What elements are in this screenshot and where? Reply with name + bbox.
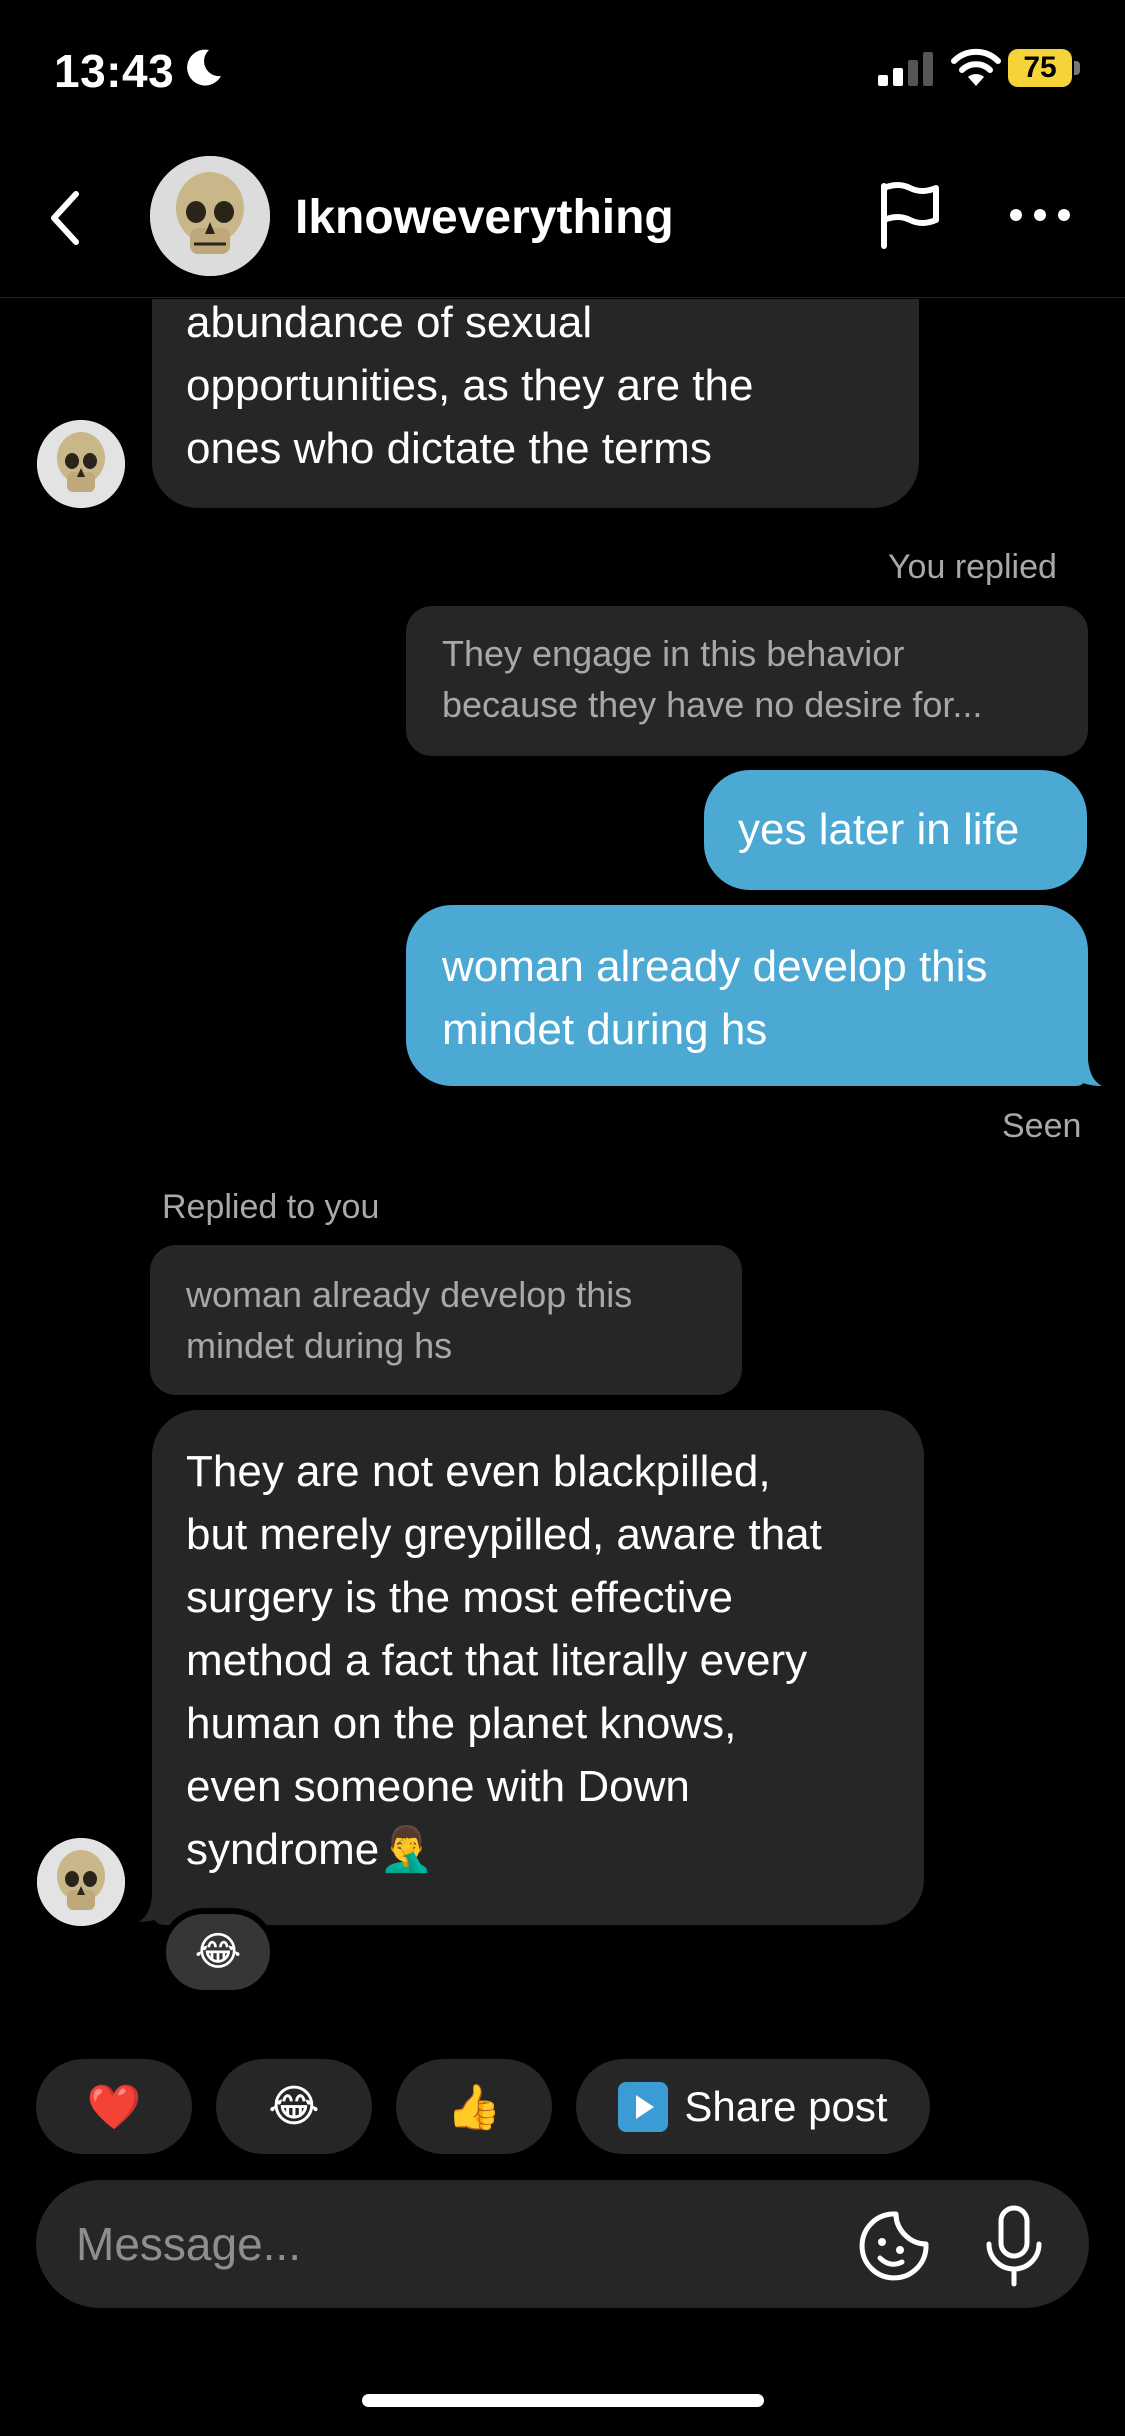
message-line: woman already develop this [442,942,988,991]
bubble-tail [1072,1060,1102,1086]
username[interactable]: Iknoweverything [295,190,674,245]
back-icon[interactable] [44,188,88,248]
message-composer [36,2180,1089,2308]
reply-label: You replied [888,548,1057,586]
quote-line: mindet during hs [186,1325,453,1366]
quoted-message[interactable]: woman already develop this mindet during… [150,1245,742,1395]
outgoing-message[interactable]: yes later in life [704,770,1087,890]
seen-status: Seen [1002,1107,1082,1145]
quick-reaction-laugh[interactable]: 😂 [216,2059,372,2154]
signal-icon [878,52,933,86]
chat-header: Iknoweverything [0,140,1125,298]
message-input[interactable] [76,2204,836,2284]
flag-icon[interactable] [876,180,942,250]
message-line: opportunities, as they are the [186,361,754,410]
moon-icon [187,49,221,86]
avatar[interactable] [37,1838,125,1926]
avatar[interactable] [37,420,125,508]
bubble-tail [138,1896,168,1922]
incoming-message[interactable]: They are not even blackpilled, but merel… [152,1410,924,1925]
quote-line: They engage in this behavior [442,633,905,674]
outgoing-message[interactable]: woman already develop this mindet during… [406,905,1088,1086]
message-line: but merely greypilled, aware that [186,1510,822,1559]
message-line: surgery is the most effective [186,1573,733,1622]
battery-icon: 75 [1008,49,1080,87]
reaction-badge[interactable]: 😂 [160,1908,276,1996]
incoming-message[interactable]: abundance of sexual opportunities, as th… [152,298,919,508]
reply-label: Replied to you [162,1188,380,1226]
play-icon [618,2081,669,2132]
message-line: syndrome🤦‍♂️ [186,1825,434,1874]
status-time: 13:43 [54,45,175,97]
laugh-emoji: 😂 [194,1930,242,1974]
message-text: yes later in life [738,805,1020,854]
more-icon[interactable] [1008,200,1072,230]
quote-line: because they have no desire for... [442,684,983,725]
skull-icon [37,1838,125,1926]
quick-reaction-heart[interactable]: ❤️ [36,2059,192,2154]
message-line: abundance of sexual [186,298,593,347]
skull-icon [37,420,125,508]
quick-reaction-thumbs-up[interactable]: 👍 [396,2059,552,2154]
message-line: human on the planet knows, [186,1699,737,1748]
quoted-message[interactable]: They engage in this behavior because the… [406,606,1088,756]
message-line: even someone with Down [186,1762,690,1811]
avatar[interactable] [150,156,270,276]
message-line: They are not even blackpilled, [186,1447,771,1496]
thumbs-up-emoji: 👍 [446,2082,502,2132]
wifi-icon [951,48,1001,86]
laugh-emoji: 😂 [268,2082,320,2131]
microphone-icon[interactable] [981,2204,1047,2288]
share-post-button[interactable]: Share post [576,2059,930,2154]
message-line: mindet during hs [442,1005,768,1054]
home-indicator[interactable] [362,2394,764,2407]
sticker-icon[interactable] [856,2208,932,2284]
heart-emoji: ❤️ [86,2082,142,2132]
quote-line: woman already develop this [186,1274,633,1315]
battery-level: 75 [1008,49,1072,87]
skull-icon [150,156,270,276]
message-line: ones who dictate the terms [186,424,712,473]
share-post-label: Share post [684,2082,888,2130]
message-line: method a fact that literally every [186,1636,808,1685]
